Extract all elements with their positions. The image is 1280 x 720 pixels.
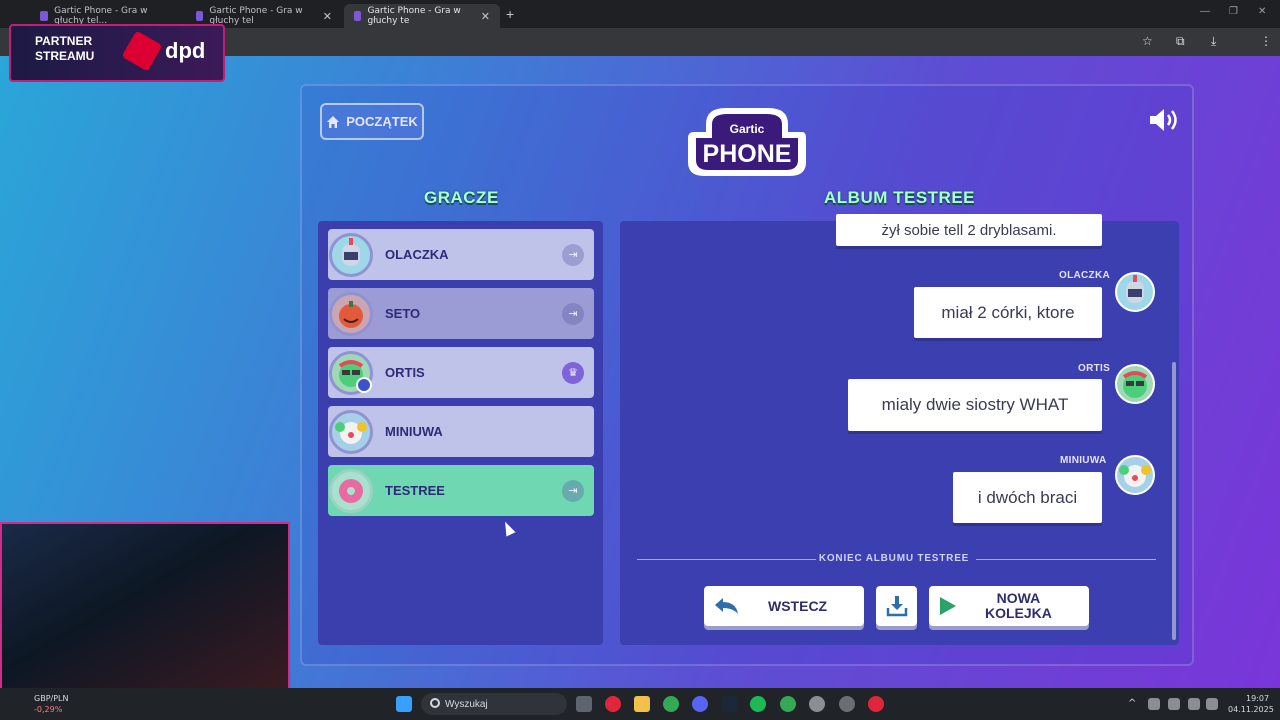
close-window-icon[interactable]: ✕ [1258, 6, 1266, 17]
clown-avatar-icon [329, 409, 373, 454]
album-heading: ALBUM TESTREE [824, 188, 975, 207]
close-tab-icon[interactable]: ✕ [481, 10, 490, 23]
knight-avatar-icon [1115, 272, 1155, 312]
tray-icon[interactable] [1148, 698, 1160, 710]
glasses-avatar-icon [1115, 364, 1155, 404]
new-round-button[interactable]: NOWA KOLEJKA [929, 586, 1089, 626]
host-user-badge-icon [356, 377, 372, 393]
home-button[interactable]: POCZĄTEK [320, 103, 424, 140]
clock-time: 19:07 [1246, 694, 1270, 703]
clock-date: 04.11.2025 [1228, 705, 1274, 714]
album-panel [620, 221, 1179, 645]
close-tab-icon[interactable]: ✕ [323, 10, 332, 23]
file-explorer-icon[interactable] [634, 696, 650, 712]
player-row-ortis: ORTIS ♛ [328, 347, 594, 398]
back-button[interactable]: WSTECZ [704, 586, 864, 626]
browser-menu-icon[interactable]: ⋮ [1260, 34, 1272, 48]
player-row-testree: TESTREE ⇥ [328, 465, 594, 516]
browser-tab-active[interactable]: Gartic Phone - Gra w głuchy te ✕ [344, 4, 500, 28]
microphone-icon[interactable] [1168, 698, 1180, 710]
tray-expand-icon[interactable]: ^ [1128, 698, 1136, 709]
svg-text:Gartic: Gartic [730, 122, 765, 136]
album-scrollbar[interactable] [1172, 362, 1176, 640]
start-menu-icon[interactable] [396, 696, 412, 712]
sound-icon[interactable] [1148, 106, 1182, 134]
album-author: ORTIS [1078, 363, 1111, 374]
exit-icon[interactable]: ⇥ [562, 479, 584, 502]
players-list: OLACZKA ⇥ SETO ⇥ ORTIS ♛ MINIUWA TESTREE… [318, 221, 603, 645]
gartic-favicon-icon [354, 11, 362, 21]
svg-text:PHONE: PHONE [703, 140, 792, 168]
divider [637, 559, 816, 560]
player-row-olaczka: OLACZKA ⇥ [328, 229, 594, 280]
ticker-pair: GBP/PLN [34, 694, 69, 703]
album-message: miał 2 córki, ktore [914, 287, 1102, 338]
taskbar-search[interactable]: Wyszukaj [421, 693, 567, 715]
webcam-feed [0, 522, 290, 690]
maximize-icon[interactable]: ❐ [1229, 6, 1238, 17]
gartic-phone-logo: Gartic PHONE [688, 108, 806, 176]
steam-icon[interactable] [721, 696, 737, 712]
players-heading: GRACZE [424, 188, 499, 207]
download-album-button[interactable] [876, 586, 917, 626]
album-message: i dwóch braci [953, 472, 1102, 523]
gartic-favicon-icon [40, 11, 49, 21]
spotify-icon[interactable] [750, 696, 766, 712]
chrome-icon[interactable] [663, 696, 679, 712]
player-row-seto: SETO ⇥ [328, 288, 594, 339]
download-icon[interactable]: ⤓ [1211, 34, 1216, 49]
pumpkin-avatar-icon [329, 291, 373, 336]
network-icon[interactable] [1188, 698, 1200, 710]
app-icon[interactable] [839, 696, 855, 712]
search-icon [430, 698, 440, 708]
bookmark-star-icon[interactable]: ☆ [1142, 34, 1153, 48]
discord-icon[interactable] [692, 696, 708, 712]
pin-app-icon[interactable] [868, 696, 884, 712]
undo-arrow-icon [715, 598, 738, 614]
donut-avatar-icon [329, 468, 373, 513]
knight-avatar-icon [329, 232, 373, 277]
volume-icon[interactable] [1206, 698, 1218, 710]
exit-icon[interactable]: ⇥ [562, 243, 584, 266]
home-icon [327, 115, 340, 128]
album-message: żył sobie tell 2 dryblasami. [836, 214, 1102, 246]
ccleaner-icon[interactable] [809, 696, 825, 712]
chrome-icon[interactable] [780, 696, 796, 712]
new-tab-button[interactable]: + [506, 6, 514, 22]
extensions-icon[interactable]: ⧉ [1176, 34, 1185, 49]
exit-icon[interactable]: ⇥ [562, 302, 584, 325]
album-author: OLACZKA [1059, 270, 1110, 281]
sponsor-banner: PARTNER STREAMU dpd [9, 24, 225, 82]
crown-icon[interactable]: ♛ [562, 361, 584, 384]
divider [976, 559, 1156, 560]
player-row-miniuwa: MINIUWA [328, 406, 594, 457]
ticker-change: -0,29% [34, 705, 63, 714]
album-end-label: KONIEC ALBUMU TESTREE [818, 553, 970, 564]
task-view-icon[interactable] [576, 696, 592, 712]
opera-icon[interactable] [605, 696, 621, 712]
play-icon [940, 597, 956, 615]
minimize-icon[interactable]: — [1200, 6, 1210, 17]
dpd-logo-icon [121, 30, 163, 72]
album-author: MINIUWA [1060, 455, 1107, 466]
album-message: mialy dwie siostry WHAT [848, 379, 1102, 431]
clown-avatar-icon [1115, 455, 1155, 495]
gartic-favicon-icon [196, 11, 204, 21]
download-icon [886, 596, 907, 617]
